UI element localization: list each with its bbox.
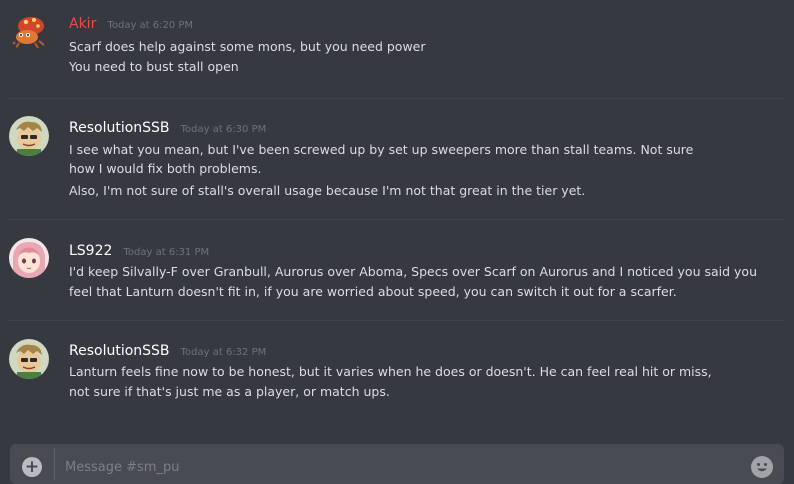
avatar[interactable] xyxy=(9,238,49,278)
message-line: Lanturn feels fine now to be honest, but… xyxy=(69,364,712,399)
username[interactable]: Akir xyxy=(69,16,96,32)
message-header: ResolutionSSB Today at 6:30 PM xyxy=(69,117,266,136)
message-content: I'd keep Silvally-F over Granbull, Auror… xyxy=(69,262,759,302)
message-line: Also, I'm not sure of stall's overall us… xyxy=(69,183,586,198)
emoji-icon[interactable] xyxy=(751,456,773,478)
avatar[interactable] xyxy=(9,339,49,379)
username[interactable]: LS922 xyxy=(69,243,112,259)
message-header: LS922 Today at 6:31 PM xyxy=(69,240,209,259)
timestamp: Today at 6:31 PM xyxy=(123,247,210,258)
message-content: Lanturn feels fine now to be honest, but… xyxy=(69,362,729,402)
avatar-character-icon xyxy=(9,116,49,156)
message-divider xyxy=(8,219,784,220)
message-line: I'd keep Silvally-F over Granbull, Auror… xyxy=(69,264,758,299)
message-line: I see what you mean, but I've been screw… xyxy=(69,142,694,176)
composer-divider xyxy=(54,448,55,480)
timestamp: Today at 6:30 PM xyxy=(180,124,267,135)
username[interactable]: ResolutionSSB xyxy=(69,120,170,136)
timestamp: Today at 6:32 PM xyxy=(180,347,267,358)
message-input[interactable] xyxy=(63,455,707,479)
message-line: You need to bust stall open xyxy=(69,59,239,74)
avatar-character-icon xyxy=(9,339,49,379)
message-content: I see what you mean, but I've been screw… xyxy=(69,140,719,201)
message-header: ResolutionSSB Today at 6:32 PM xyxy=(69,340,266,359)
username[interactable]: ResolutionSSB xyxy=(69,343,170,359)
smiley-face-icon xyxy=(752,457,772,477)
message-header: Akir Today at 6:20 PM xyxy=(69,13,193,32)
avatar[interactable] xyxy=(9,12,49,52)
message-divider xyxy=(8,320,784,321)
message-line: Scarf does help against some mons, but y… xyxy=(69,39,426,54)
avatar[interactable] xyxy=(9,116,49,156)
avatar-anime-girl-icon xyxy=(9,238,49,278)
avatar-crab-icon xyxy=(9,12,49,52)
message-composer: + xyxy=(10,444,784,484)
plus-circle-icon[interactable]: + xyxy=(22,457,42,477)
message-divider xyxy=(8,98,784,99)
message-list: Akir Today at 6:20 PM Scarf does help ag… xyxy=(0,0,794,440)
timestamp: Today at 6:20 PM xyxy=(107,20,194,31)
message-content: Scarf does help against some mons, but y… xyxy=(69,37,759,77)
